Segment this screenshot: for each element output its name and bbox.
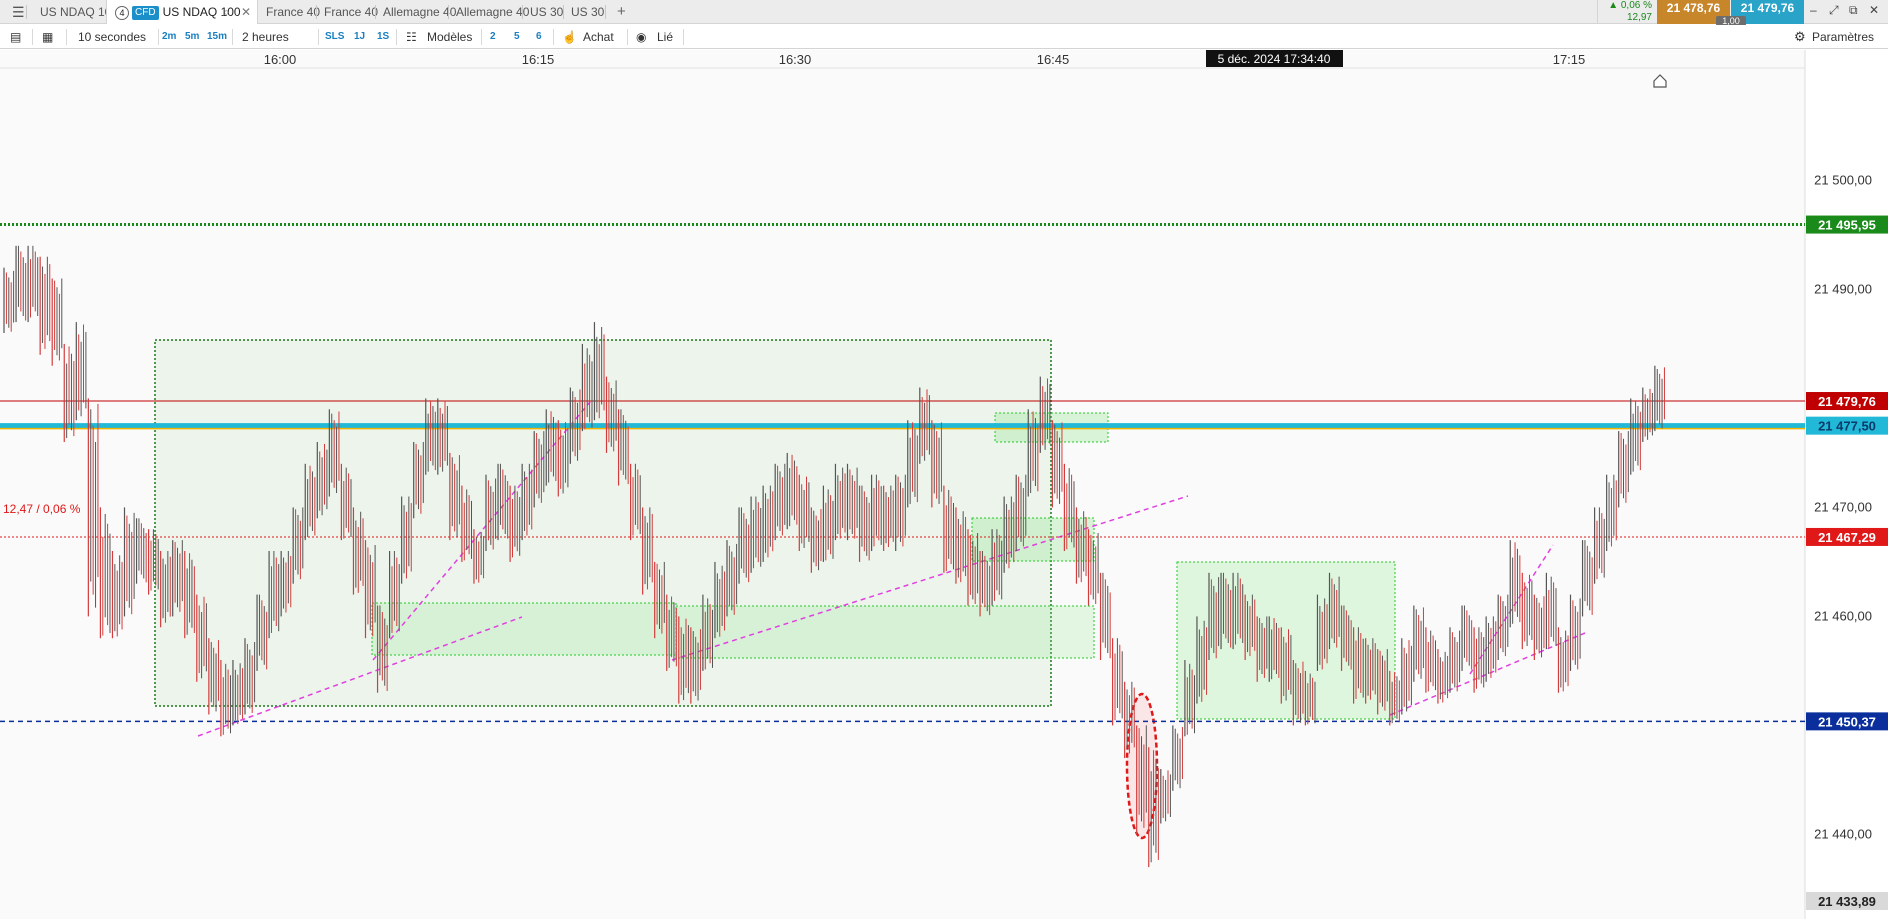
ask-price: 21 479,76 [1740,1,1795,15]
divider [605,5,606,19]
crosshair-time-label: 5 déc. 2024 17:34:40 [1218,52,1331,66]
quote-change: ▲ 0,06 % 12,97 [1600,0,1656,24]
divider [66,29,67,45]
divider [26,5,27,19]
model-2[interactable]: 2 [490,25,496,49]
chart-area[interactable]: 21 500,00 21 490,00 21 470,00 21 460,00 21 4… [0,50,1888,919]
tab-label: Allemagne 40 [456,5,530,19]
divider [683,29,684,45]
x-tick-label: 17:15 [1553,52,1586,67]
x-tick-label: 16:45 [1037,52,1070,67]
x-tick-label: 16:30 [779,52,812,67]
left-annotation: 12,47 / 0,06 % [3,502,81,516]
models-button[interactable]: Modèles [427,25,472,49]
interval-2m[interactable]: 2m [162,25,176,49]
tab-label: France 40 [266,5,321,19]
divider [32,29,33,45]
divider [627,29,628,45]
gear-icon[interactable]: ⚙ [1794,25,1806,49]
popout-icon[interactable]: ⧉ [1849,3,1858,18]
window-close-icon[interactable]: ✕ [1869,3,1879,17]
price-label: 21 479,76 [1818,394,1876,409]
linked-button[interactable]: Lié [657,25,673,49]
zone-box[interactable] [971,517,1095,562]
chart-toolbar: ▤ ▦ 10 secondes 2m 5m 15m 2 heures SLS 1… [0,25,1888,49]
menu-icon[interactable]: ☰ [4,0,33,24]
buy-button[interactable]: Achat [583,25,614,49]
price-label: 21 477,50 [1818,419,1876,434]
expand-icon[interactable]: ⤢ [1829,3,1839,18]
y-tick-label: 21 440,00 [1814,826,1872,841]
range-1s[interactable]: 1S [377,25,389,49]
tab-us-ndaq-100-active[interactable]: 4 CFD US NDAQ 100 ⌕ ✕ [106,0,258,24]
tab-label: US 30 [571,5,605,19]
models-icon[interactable]: ☷ [406,25,417,49]
buy-icon[interactable]: ☝ [562,25,577,49]
divider [553,29,554,45]
y-tick-label: 21 470,00 [1814,499,1872,514]
model-5[interactable]: 5 [514,25,520,49]
change-percent: ▲ 0,06 % [1608,0,1652,11]
link-counter: 4 [115,6,129,20]
divider [318,29,319,45]
y-tick-label: 21 490,00 [1814,281,1872,296]
layout-icon[interactable]: ▦ [42,25,53,49]
change-absolute: 12,97 [1626,12,1652,23]
tab-label: US 30 [530,5,564,19]
x-tick-label: 16:00 [264,52,297,67]
divider [1597,0,1598,24]
tab-label: Allemagne 40 [383,5,457,19]
x-tick-label: 16:15 [522,52,555,67]
zone-box[interactable] [371,602,677,656]
range-1j[interactable]: 1J [354,25,365,49]
eye-icon[interactable]: ◉ [636,25,646,49]
cfd-badge: CFD [132,6,159,20]
minimize-icon[interactable]: – [1810,3,1817,17]
price-label: 21 495,95 [1818,218,1876,233]
zone-box[interactable] [675,605,1095,659]
list-icon[interactable]: ▤ [10,25,21,49]
divider [232,29,233,45]
y-tick-label: 21 460,00 [1814,608,1872,623]
price-label: 21 467,29 [1818,530,1876,545]
interval-15m[interactable]: 15m [207,25,227,49]
range-sls[interactable]: SLS [325,25,344,49]
bid-price: 21 478,76 [1666,1,1721,15]
tab-bar: ☰ US NDAQ 100 4 CFD US NDAQ 100 ⌕ ✕ France… [0,0,1888,26]
model-6[interactable]: 6 [536,25,542,49]
price-label: 21 450,37 [1818,714,1876,729]
divider [396,29,397,45]
interval-select[interactable]: 10 secondes [78,25,146,49]
tab-label: France 40 [324,5,379,19]
add-tab-icon[interactable]: + [609,0,634,24]
divider [481,29,482,45]
close-icon[interactable]: ✕ [241,0,251,24]
interval-5m[interactable]: 5m [185,25,199,49]
price-chart[interactable]: 21 500,00 21 490,00 21 470,00 21 460,00 21 4… [0,50,1888,919]
search-icon[interactable]: ⌕ [223,0,230,24]
settings-button[interactable]: Paramètres [1812,25,1874,49]
divider [158,29,159,45]
y-tick-label: 21 500,00 [1814,172,1872,187]
range-select[interactable]: 2 heures [242,25,289,49]
price-label: 21 433,89 [1818,894,1876,909]
